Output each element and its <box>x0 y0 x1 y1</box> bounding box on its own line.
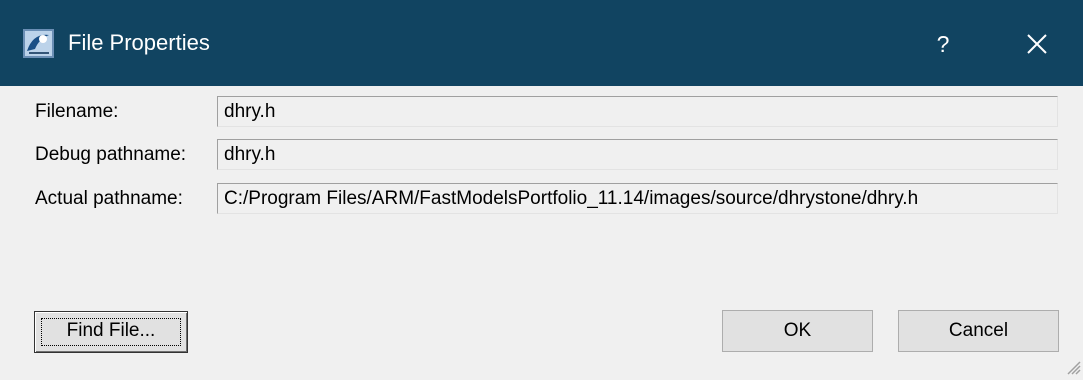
debug-pathname-field[interactable]: dhry.h <box>217 139 1058 170</box>
debug-pathname-label: Debug pathname: <box>35 144 187 165</box>
title-bar: File Properties ? <box>0 0 1083 86</box>
window-title: File Properties <box>68 30 210 55</box>
cancel-button[interactable]: Cancel <box>898 310 1059 352</box>
app-icon <box>23 29 54 58</box>
ok-button[interactable]: OK <box>722 310 873 352</box>
actual-pathname-label: Actual pathname: <box>35 188 183 209</box>
close-icon[interactable] <box>1001 14 1073 74</box>
resize-grip-icon[interactable] <box>1065 359 1081 375</box>
find-file-button[interactable]: Find File... <box>34 311 188 353</box>
filename-label: Filename: <box>35 101 119 122</box>
find-file-button-label: Find File... <box>66 320 156 341</box>
filename-field[interactable]: dhry.h <box>217 96 1058 127</box>
actual-pathname-field[interactable]: C:/Program Files/ARM/FastModelsPortfolio… <box>217 183 1058 214</box>
file-properties-dialog: File Properties ? Filename: dhry.h Debug… <box>0 0 1083 377</box>
help-icon[interactable]: ? <box>908 14 978 74</box>
